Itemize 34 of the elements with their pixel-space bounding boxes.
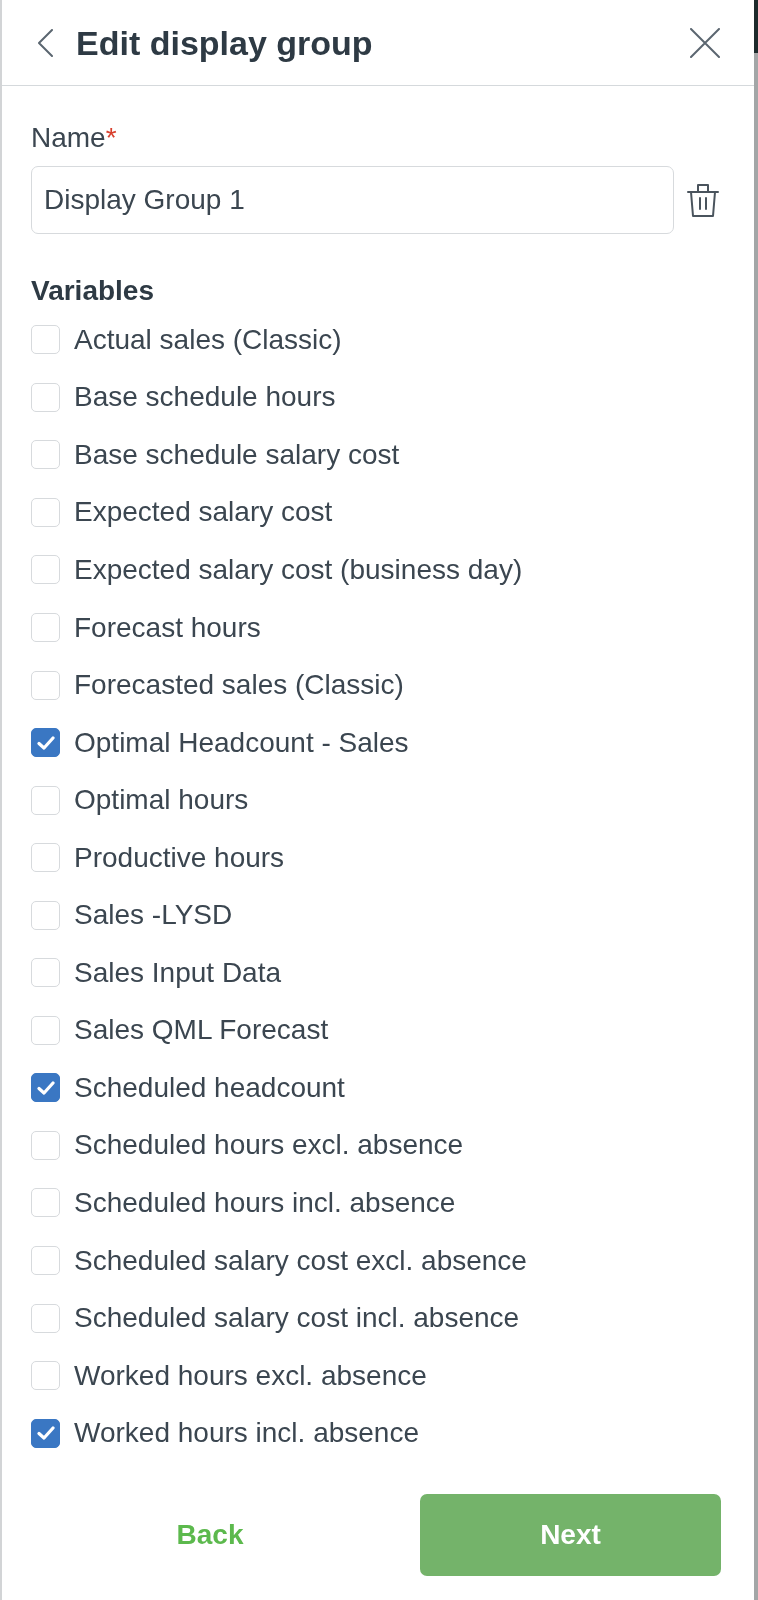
- checkbox[interactable]: [31, 1073, 60, 1103]
- checkbox-label: Forecasted sales (Classic): [74, 669, 404, 702]
- checkbox-label: Optimal Headcount - Sales: [74, 726, 409, 759]
- checkmark-icon: [36, 1080, 55, 1095]
- checkbox-label: Base schedule hours: [74, 381, 336, 414]
- checkbox-label: Expected salary cost: [74, 496, 333, 529]
- trash-icon[interactable]: [687, 183, 719, 217]
- name-input[interactable]: Display Group 1: [31, 166, 674, 234]
- panel-title: Edit display group: [76, 22, 373, 63]
- checkbox-label: Scheduled salary cost incl. absence: [74, 1302, 520, 1335]
- checkbox-label: Optimal hours: [74, 784, 249, 817]
- checkmark-icon: [36, 1426, 55, 1441]
- checkbox[interactable]: [31, 1418, 60, 1448]
- close-icon[interactable]: [690, 27, 720, 58]
- checkbox-label: Scheduled headcount: [74, 1071, 345, 1104]
- checkbox-label: Scheduled hours incl. absence: [74, 1186, 456, 1219]
- checkbox[interactable]: [31, 728, 60, 758]
- checkbox-label: Worked hours incl. absence: [74, 1417, 419, 1450]
- field-label: Name*: [31, 122, 117, 154]
- checkbox-label: Scheduled salary cost excl. absence: [74, 1244, 527, 1277]
- checkbox-label: Worked hours excl. absence: [74, 1359, 427, 1392]
- section-heading: Variables: [31, 275, 154, 307]
- checkbox-label: Expected salary cost (business day): [74, 553, 523, 586]
- checkbox-label: Sales QML Forecast: [74, 1014, 329, 1047]
- chevron-left-icon[interactable]: [38, 28, 53, 57]
- checkbox-label: Sales -LYSD: [74, 899, 233, 932]
- next-button[interactable]: Next: [420, 1493, 721, 1576]
- checkbox-label: Forecast hours: [74, 611, 261, 644]
- checkbox-label: Sales Input Data: [74, 956, 282, 989]
- checkbox-label: Actual sales (Classic): [74, 323, 342, 356]
- checkmark-icon: [36, 735, 55, 750]
- checkbox-label: Productive hours: [74, 841, 285, 874]
- checkbox-label: Base schedule salary cost: [74, 438, 400, 471]
- checkbox-label: Scheduled hours excl. absence: [74, 1129, 464, 1162]
